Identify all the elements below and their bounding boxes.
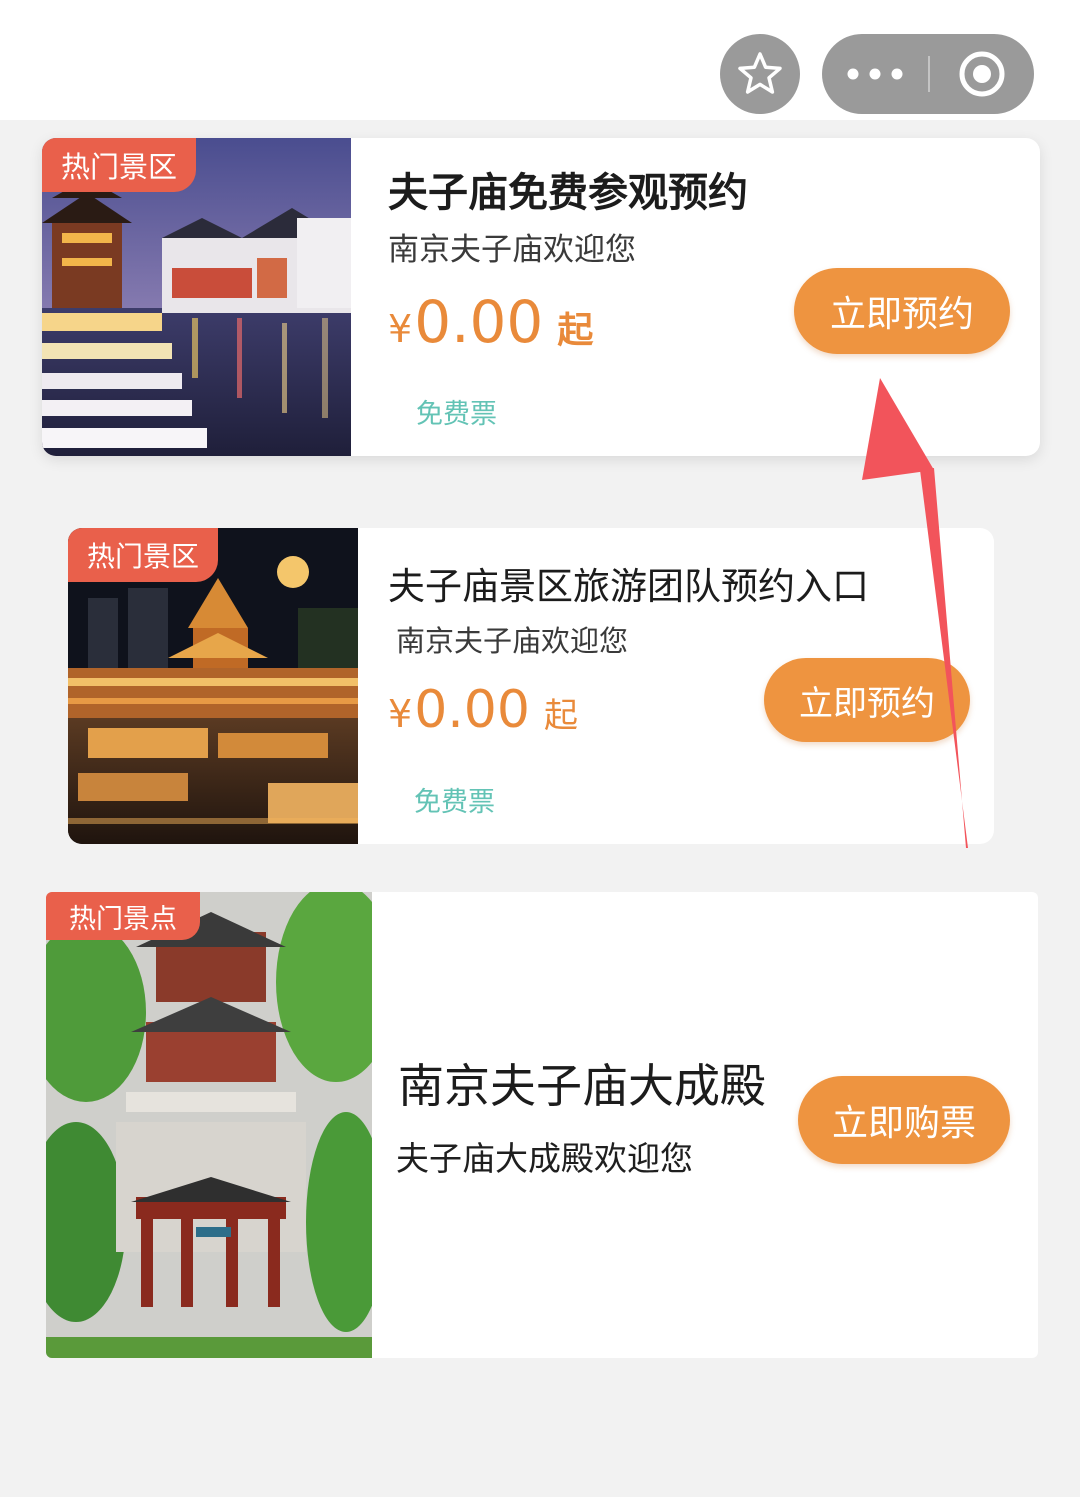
hot-badge: 热门景点: [46, 892, 200, 940]
attraction-title: 南京夫子庙大成殿: [398, 1059, 766, 1113]
attraction-thumbnail: [46, 892, 372, 1358]
top-bar: [0, 0, 1080, 120]
book-now-button[interactable]: 立即预约: [794, 268, 1010, 354]
price-value: 0.00: [414, 288, 544, 356]
price-value: 0.00: [414, 680, 530, 740]
attraction-title: 夫子庙免费参观预约: [388, 170, 748, 216]
attraction-title: 夫子庙景区旅游团队预约入口: [388, 565, 869, 608]
buy-ticket-button[interactable]: 立即购票: [798, 1076, 1010, 1164]
book-now-button[interactable]: 立即预约: [764, 658, 970, 742]
attraction-card[interactable]: 热门景区 夫子庙免费参观预约 南京夫子庙欢迎您 ¥ 0.00 起 免费票 立即预…: [42, 138, 1040, 456]
price-label: ¥ 0.00 起: [388, 680, 578, 740]
menu-capsule: [822, 34, 1034, 114]
favorite-button[interactable]: [720, 34, 800, 114]
free-ticket-tag: 免费票: [414, 787, 495, 818]
currency-symbol: ¥: [388, 692, 413, 736]
attraction-subtitle: 夫子庙大成殿欢迎您: [396, 1139, 693, 1178]
price-suffix: 起: [543, 696, 578, 736]
more-button[interactable]: [822, 34, 928, 114]
close-button[interactable]: [930, 34, 1034, 114]
star-outline-icon: [738, 52, 782, 94]
target-circle-icon: [959, 51, 1005, 97]
currency-symbol: ¥: [388, 307, 413, 351]
attraction-card[interactable]: 热门景区 夫子庙景区旅游团队预约入口 南京夫子庙欢迎您 ¥ 0.00 起 免费票…: [68, 528, 994, 844]
attraction-card[interactable]: 热门景点 南京夫子庙大成殿 夫子庙大成殿欢迎您 立即购票: [46, 892, 1038, 1358]
price-suffix: 起: [557, 310, 594, 351]
free-ticket-tag: 免费票: [416, 399, 497, 430]
more-dots-icon: [847, 68, 903, 80]
attraction-subtitle: 南京夫子庙欢迎您: [388, 232, 636, 268]
attraction-subtitle: 南京夫子庙欢迎您: [396, 624, 629, 658]
hot-badge: 热门景区: [42, 138, 196, 192]
hot-badge: 热门景区: [68, 528, 218, 582]
price-label: ¥ 0.00 起: [388, 288, 593, 356]
